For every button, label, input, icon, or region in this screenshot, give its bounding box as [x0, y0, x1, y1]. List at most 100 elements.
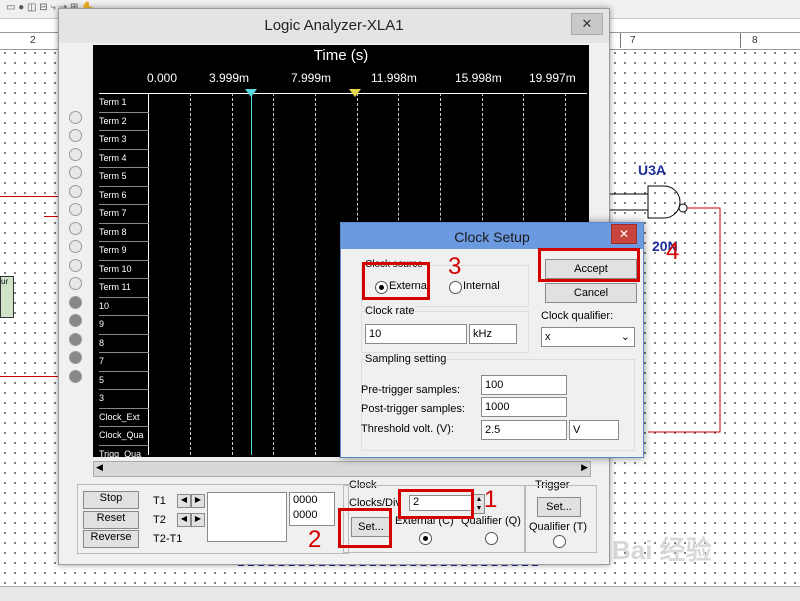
dialog-close-icon[interactable]: ✕ — [611, 224, 637, 244]
channel-radio[interactable] — [69, 222, 82, 235]
pre-trigger-label: Pre-trigger samples: — [361, 384, 461, 396]
chevron-down-icon: ⌄ — [620, 331, 630, 343]
annotation-number-3: 3 — [448, 253, 462, 280]
term-label: Term 8 — [99, 223, 149, 242]
close-icon[interactable]: ✕ — [571, 13, 603, 35]
clock-qualifier-value: x — [545, 331, 551, 343]
annotation-number-1: 1 — [484, 486, 498, 513]
time-tick: 3.999m — [209, 71, 250, 85]
annotation-box-4 — [538, 248, 640, 282]
term-label: Clock_Ext — [99, 408, 149, 427]
watermark: Bai 经验 — [612, 535, 712, 565]
channel-radio[interactable] — [69, 370, 82, 383]
channel-radio[interactable] — [69, 111, 82, 124]
channel-radio[interactable] — [69, 129, 82, 142]
clock-rate-label: Clock rate — [365, 305, 415, 317]
grid-line — [232, 93, 233, 455]
time-tick: 0.000 — [147, 71, 178, 85]
channel-radio[interactable] — [69, 277, 82, 290]
reset-button[interactable]: Reset — [83, 511, 139, 529]
scroll-left-icon[interactable]: ◀ — [96, 462, 103, 473]
threshold-unit[interactable]: V — [569, 420, 619, 440]
t2-right-arrow-icon[interactable]: ▶ — [191, 513, 205, 527]
channel-radio[interactable] — [69, 351, 82, 364]
internal-radio[interactable] — [449, 281, 462, 294]
channel-radio[interactable] — [69, 148, 82, 161]
cursor-readout-box — [207, 492, 287, 542]
time-tick: 15.998m — [455, 71, 502, 85]
term-label: 10 — [99, 297, 149, 316]
term-label: Clock_Qua — [99, 426, 149, 446]
horizontal-scrollbar[interactable]: ◀ ▶ — [93, 461, 591, 477]
t1-label: T1 — [153, 495, 166, 507]
trigger-set-button[interactable]: Set... — [537, 497, 581, 517]
clock-rate-unit[interactable]: kHz — [469, 324, 517, 344]
term-label: 5 — [99, 371, 149, 390]
channel-radio[interactable] — [69, 314, 82, 327]
stop-button[interactable]: Stop — [83, 491, 139, 509]
time-tick: 11.998m — [371, 71, 417, 85]
term-label: Term 11 — [99, 278, 149, 298]
cursor-t2-marker-icon[interactable] — [349, 89, 361, 97]
clock-qualifier-select[interactable]: x ⌄ — [541, 327, 635, 347]
time-tick: 7.999m — [291, 71, 332, 85]
term-label: Term 4 — [99, 149, 149, 168]
term-label: 9 — [99, 315, 149, 335]
term-label: Term 9 — [99, 241, 149, 261]
schematic-component[interactable]: ur — [0, 276, 14, 318]
t1-right-arrow-icon[interactable]: ▶ — [191, 494, 205, 508]
cursor-t1-marker-icon[interactable] — [245, 89, 257, 97]
term-label: Term 2 — [99, 112, 149, 131]
term-label: Term 10 — [99, 260, 149, 279]
annotation-box-3 — [362, 262, 430, 300]
wire — [44, 216, 58, 217]
channel-radio[interactable] — [69, 296, 82, 309]
cursor-t1-line[interactable] — [251, 95, 252, 455]
scroll-right-icon[interactable]: ▶ — [581, 462, 588, 473]
channel-radio[interactable] — [69, 185, 82, 198]
t1-left-arrow-icon[interactable]: ◀ — [177, 494, 191, 508]
post-trigger-input[interactable]: 1000 — [481, 397, 567, 417]
time-axis-title: Time (s) — [313, 47, 369, 64]
window-title: Logic Analyzer-XLA1 — [59, 9, 609, 43]
pre-trigger-input[interactable]: 100 — [481, 375, 567, 395]
term-label: Term 3 — [99, 130, 149, 150]
display-top-line — [99, 93, 587, 94]
ruler-mark: 7 — [630, 35, 636, 46]
term-label: Term 7 — [99, 204, 149, 224]
clock-qualifier-radio[interactable] — [485, 532, 498, 545]
channel-radio[interactable] — [69, 166, 82, 179]
trigger-qualifier-radio[interactable] — [553, 535, 566, 548]
grid-line — [315, 93, 316, 455]
threshold-input[interactable]: 2.5 — [481, 420, 567, 440]
t2-value: 0000 — [293, 509, 318, 521]
channel-radio[interactable] — [69, 203, 82, 216]
cursor-value-box: 0000 0000 — [289, 492, 335, 526]
cancel-button[interactable]: Cancel — [545, 283, 637, 303]
channel-radio[interactable] — [69, 240, 82, 253]
t2-label: T2 — [153, 514, 166, 526]
clock-qualifier-label: Clock qualifier: — [541, 310, 614, 322]
gate-label: U3A — [638, 162, 667, 178]
term-label: Term 5 — [99, 167, 149, 187]
channel-radio[interactable] — [69, 333, 82, 346]
annotation-box-1 — [398, 489, 474, 519]
annotation-box-2 — [338, 508, 392, 548]
ruler-mark: 8 — [752, 35, 758, 46]
t2-left-arrow-icon[interactable]: ◀ — [177, 513, 191, 527]
post-trigger-label: Post-trigger samples: — [361, 403, 465, 415]
grid-line — [273, 93, 274, 455]
clock-external-radio[interactable] — [419, 532, 432, 545]
t2-t1-label: T2-T1 — [153, 533, 183, 545]
status-bar — [0, 586, 800, 601]
annotation-number-4: 4 — [666, 238, 680, 265]
internal-label: Internal — [463, 280, 500, 292]
reverse-button[interactable]: Reverse — [83, 530, 139, 548]
channel-radio[interactable] — [69, 259, 82, 272]
annotation-number-2: 2 — [308, 526, 322, 553]
dialog-title: Clock Setup — [341, 223, 643, 249]
term-label: 7 — [99, 352, 149, 372]
clock-rate-input[interactable]: 10 — [365, 324, 467, 344]
term-label: 3 — [99, 389, 149, 409]
threshold-label: Threshold volt. (V): — [361, 423, 454, 435]
